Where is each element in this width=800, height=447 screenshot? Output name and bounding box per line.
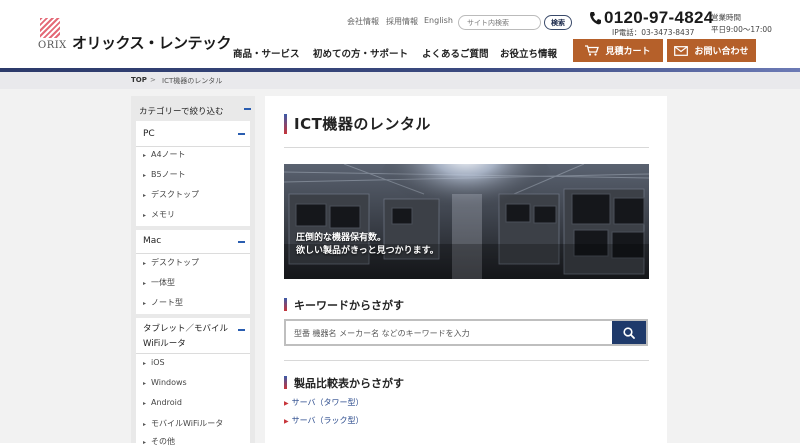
hero-banner: 圧倒的な機器保有数。 欲しい製品がきっと見つかります。 xyxy=(284,164,649,279)
collapse-icon[interactable] xyxy=(238,241,245,243)
contact-button[interactable]: お問い合わせ xyxy=(667,39,756,62)
phone-number[interactable]: 0120-97-4824 xyxy=(604,8,713,28)
caret-right-icon: ▸ xyxy=(143,172,147,179)
site-search-input[interactable]: サイト内検索 xyxy=(458,15,541,30)
title-accent-bar xyxy=(284,114,287,134)
company-info-link[interactable]: 会社情報 xyxy=(347,16,379,27)
keyword-search-input[interactable]: 型番 機器名 メーカー名 などのキーワードを入力 xyxy=(284,319,648,346)
english-link[interactable]: English xyxy=(424,16,453,25)
compare-item-tower-server[interactable]: ▶ サーバ（タワー型） xyxy=(284,397,364,408)
sidebar-item[interactable]: ▸ その他 xyxy=(143,436,175,447)
caret-right-icon: ▸ xyxy=(143,152,147,159)
sidebar-item[interactable]: ▸ メモリ xyxy=(143,209,175,220)
caret-right-icon: ▸ xyxy=(143,192,147,199)
sidebar-heading[interactable]: カテゴリーで絞り込む xyxy=(131,96,255,121)
breadcrumb-separator: > xyxy=(150,76,156,84)
ip-phone-number: IP電話：03-3473-8437 xyxy=(612,28,695,37)
sidebar-item[interactable]: ▸ ノート型 xyxy=(143,297,183,308)
quote-cart-button[interactable]: 見積カート xyxy=(573,39,663,62)
sidebar-item[interactable]: ▸ モバイルWiFiルータ xyxy=(143,418,223,429)
site-logo[interactable]: ORIX オリックス・レンテック xyxy=(38,18,232,53)
sidebar-group-mac: Mac ▸ デスクトップ ▸ 一体型 ▸ ノート型 xyxy=(136,230,250,314)
hero-copy: 圧倒的な機器保有数。 欲しい製品がきっと見つかります。 xyxy=(296,232,439,258)
sidebar-group-pc: PC ▸ A4ノート ▸ B5ノート ▸ デスクトップ ▸ メモリ xyxy=(136,121,250,226)
divider xyxy=(284,147,649,148)
sidebar-item[interactable]: ▸ A4ノート xyxy=(143,149,186,160)
contact-label: お問い合わせ xyxy=(694,47,749,57)
caret-right-icon: ▶ xyxy=(284,418,289,425)
sidebar-item[interactable]: ▸ 一体型 xyxy=(143,277,175,288)
keyword-placeholder: 型番 機器名 メーカー名 などのキーワードを入力 xyxy=(294,329,470,338)
breadcrumb-top[interactable]: TOP xyxy=(131,76,147,84)
nav-products[interactable]: 商品・サービス xyxy=(233,46,300,60)
caret-right-icon: ▸ xyxy=(143,360,147,367)
hero-line-1: 圧倒的な機器保有数。 xyxy=(296,233,387,243)
phone-icon xyxy=(590,12,601,25)
business-hours: 平日9:00～17:00 xyxy=(711,25,772,34)
sidebar-item[interactable]: ▸ iOS xyxy=(143,358,165,367)
caret-right-icon: ▶ xyxy=(284,400,289,407)
section-accent-bar xyxy=(284,298,287,311)
collapse-icon[interactable] xyxy=(244,108,251,110)
breadcrumb: TOP > ICT機器のレンタル xyxy=(0,72,800,89)
sidebar-group-label[interactable]: PC xyxy=(143,129,155,139)
recruit-link[interactable]: 採用情報 xyxy=(386,16,418,27)
warehouse-image xyxy=(284,164,649,279)
divider xyxy=(136,353,250,354)
compare-item-rack-server[interactable]: ▶ サーバ（ラック型） xyxy=(284,415,364,426)
keyword-section-title: キーワードからさがす xyxy=(294,299,404,312)
sidebar-group-label[interactable]: タブレット／モバイルWiFiルータ xyxy=(143,322,243,352)
caret-right-icon: ▸ xyxy=(143,212,147,219)
divider xyxy=(136,146,250,147)
nav-faq[interactable]: よくあるご質問 xyxy=(422,46,489,60)
divider xyxy=(136,253,250,254)
main-content: ICT機器のレンタル 圧倒的な機器保有数。 欲しい製品がきっと見つかります。 キ… xyxy=(265,96,667,443)
mail-icon xyxy=(674,45,689,56)
quote-cart-label: 見積カート xyxy=(605,47,651,57)
sidebar-item[interactable]: ▸ B5ノート xyxy=(143,169,186,180)
cart-icon xyxy=(585,45,600,56)
section-accent-bar xyxy=(284,376,287,389)
sidebar-item[interactable]: ▸ Windows xyxy=(143,378,187,387)
nav-beginners[interactable]: 初めての方・サポート xyxy=(313,46,408,60)
category-sidebar: カテゴリーで絞り込む PC ▸ A4ノート ▸ B5ノート ▸ デスクトップ ▸ メモリ… xyxy=(131,96,255,446)
caret-right-icon: ▸ xyxy=(143,300,147,307)
sidebar-group-tablet: タブレット／モバイルWiFiルータ ▸ iOS ▸ Windows ▸ Android… xyxy=(136,318,250,446)
collapse-icon[interactable] xyxy=(238,133,245,135)
caret-right-icon: ▸ xyxy=(143,280,147,287)
business-hours-label: 営業時間 xyxy=(711,13,741,22)
sidebar-item[interactable]: ▸ Android xyxy=(143,398,182,407)
sidebar-item[interactable]: ▸ デスクトップ xyxy=(143,189,199,200)
site-header: ORIX オリックス・レンテック 会社情報 採用情報 English サイト内検… xyxy=(0,0,800,68)
nav-useful-info[interactable]: お役立ち情報 xyxy=(500,46,557,60)
caret-right-icon: ▸ xyxy=(143,380,147,387)
breadcrumb-current: ICT機器のレンタル xyxy=(162,77,223,85)
keyword-search-button[interactable] xyxy=(612,321,646,344)
caret-right-icon: ▸ xyxy=(143,400,147,407)
caret-right-icon: ▸ xyxy=(143,421,147,428)
search-icon xyxy=(623,326,635,339)
caret-right-icon: ▸ xyxy=(143,260,147,267)
page-title: ICT機器のレンタル xyxy=(294,115,431,133)
hero-line-2: 欲しい製品がきっと見つかります。 xyxy=(296,246,439,256)
orix-logo-mark: ORIX xyxy=(38,18,66,52)
divider xyxy=(284,360,649,361)
brand-name: オリックス・レンテック xyxy=(72,34,232,52)
sidebar-heading-label: カテゴリーで絞り込む xyxy=(139,107,224,117)
sidebar-item[interactable]: ▸ デスクトップ xyxy=(143,257,199,268)
collapse-icon[interactable] xyxy=(238,329,245,331)
site-search-button[interactable]: 検索 xyxy=(544,15,572,30)
compare-section-title: 製品比較表からさがす xyxy=(294,377,404,390)
sidebar-group-label[interactable]: Mac xyxy=(143,236,161,246)
